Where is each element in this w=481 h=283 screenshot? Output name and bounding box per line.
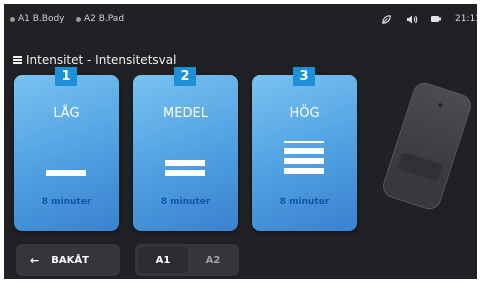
status-a1-label: A1 B.Body xyxy=(18,14,65,24)
card-label: LÅG xyxy=(53,106,80,121)
intensity-bars-icon xyxy=(284,141,324,178)
battery-icon xyxy=(430,13,442,25)
card-duration: 8 minuter xyxy=(41,197,92,207)
segment-option-a1[interactable]: A1 xyxy=(138,247,188,273)
card-label: HÖG xyxy=(289,106,320,121)
page-title: Intensitet - Intensitetsval xyxy=(13,53,176,67)
segment-option-a2[interactable]: A2 xyxy=(188,247,238,273)
card-number-badge: 3 xyxy=(293,67,315,86)
intensity-card-medium[interactable]: 2 MEDEL 8 minuter xyxy=(133,67,238,231)
back-button-label: BAKÅT xyxy=(51,254,89,266)
card-number-badge: 2 xyxy=(174,67,196,86)
device-panel xyxy=(397,151,443,182)
status-a2-label: A2 B.Pad xyxy=(84,14,125,24)
menu-icon[interactable] xyxy=(13,56,22,64)
intensity-bars-icon xyxy=(165,160,205,180)
app-screen: A1 B.Body A2 B.Pad 21:13 xyxy=(4,4,477,279)
status-time: 21:13 xyxy=(455,14,477,24)
intensity-bars-icon xyxy=(46,170,86,180)
back-button[interactable]: ← BAKÅT xyxy=(16,244,120,276)
device-image xyxy=(379,79,475,213)
volume-icon xyxy=(406,13,418,25)
intensity-card-low[interactable]: 1 LÅG 8 minuter xyxy=(14,67,119,231)
arrow-left-icon: ← xyxy=(30,253,40,267)
intensity-card-high[interactable]: 3 HÖG 8 minuter xyxy=(252,67,357,231)
card-duration: 8 minuter xyxy=(279,197,330,207)
status-bar: A1 B.Body A2 B.Pad 21:13 xyxy=(4,4,477,36)
card-label: MEDEL xyxy=(163,106,208,121)
status-a1: A1 B.Body xyxy=(10,14,65,24)
status-dot-icon xyxy=(10,16,15,22)
card-duration: 8 minuter xyxy=(160,197,211,207)
status-dot-icon xyxy=(76,16,81,22)
leaf-icon xyxy=(380,13,392,25)
status-a2: A2 B.Pad xyxy=(76,14,124,24)
card-number-badge: 1 xyxy=(55,67,77,86)
channel-segment-control: A1 A2 xyxy=(135,244,239,276)
device-led xyxy=(437,102,443,108)
page-title-text: Intensitet - Intensitetsval xyxy=(26,53,177,67)
